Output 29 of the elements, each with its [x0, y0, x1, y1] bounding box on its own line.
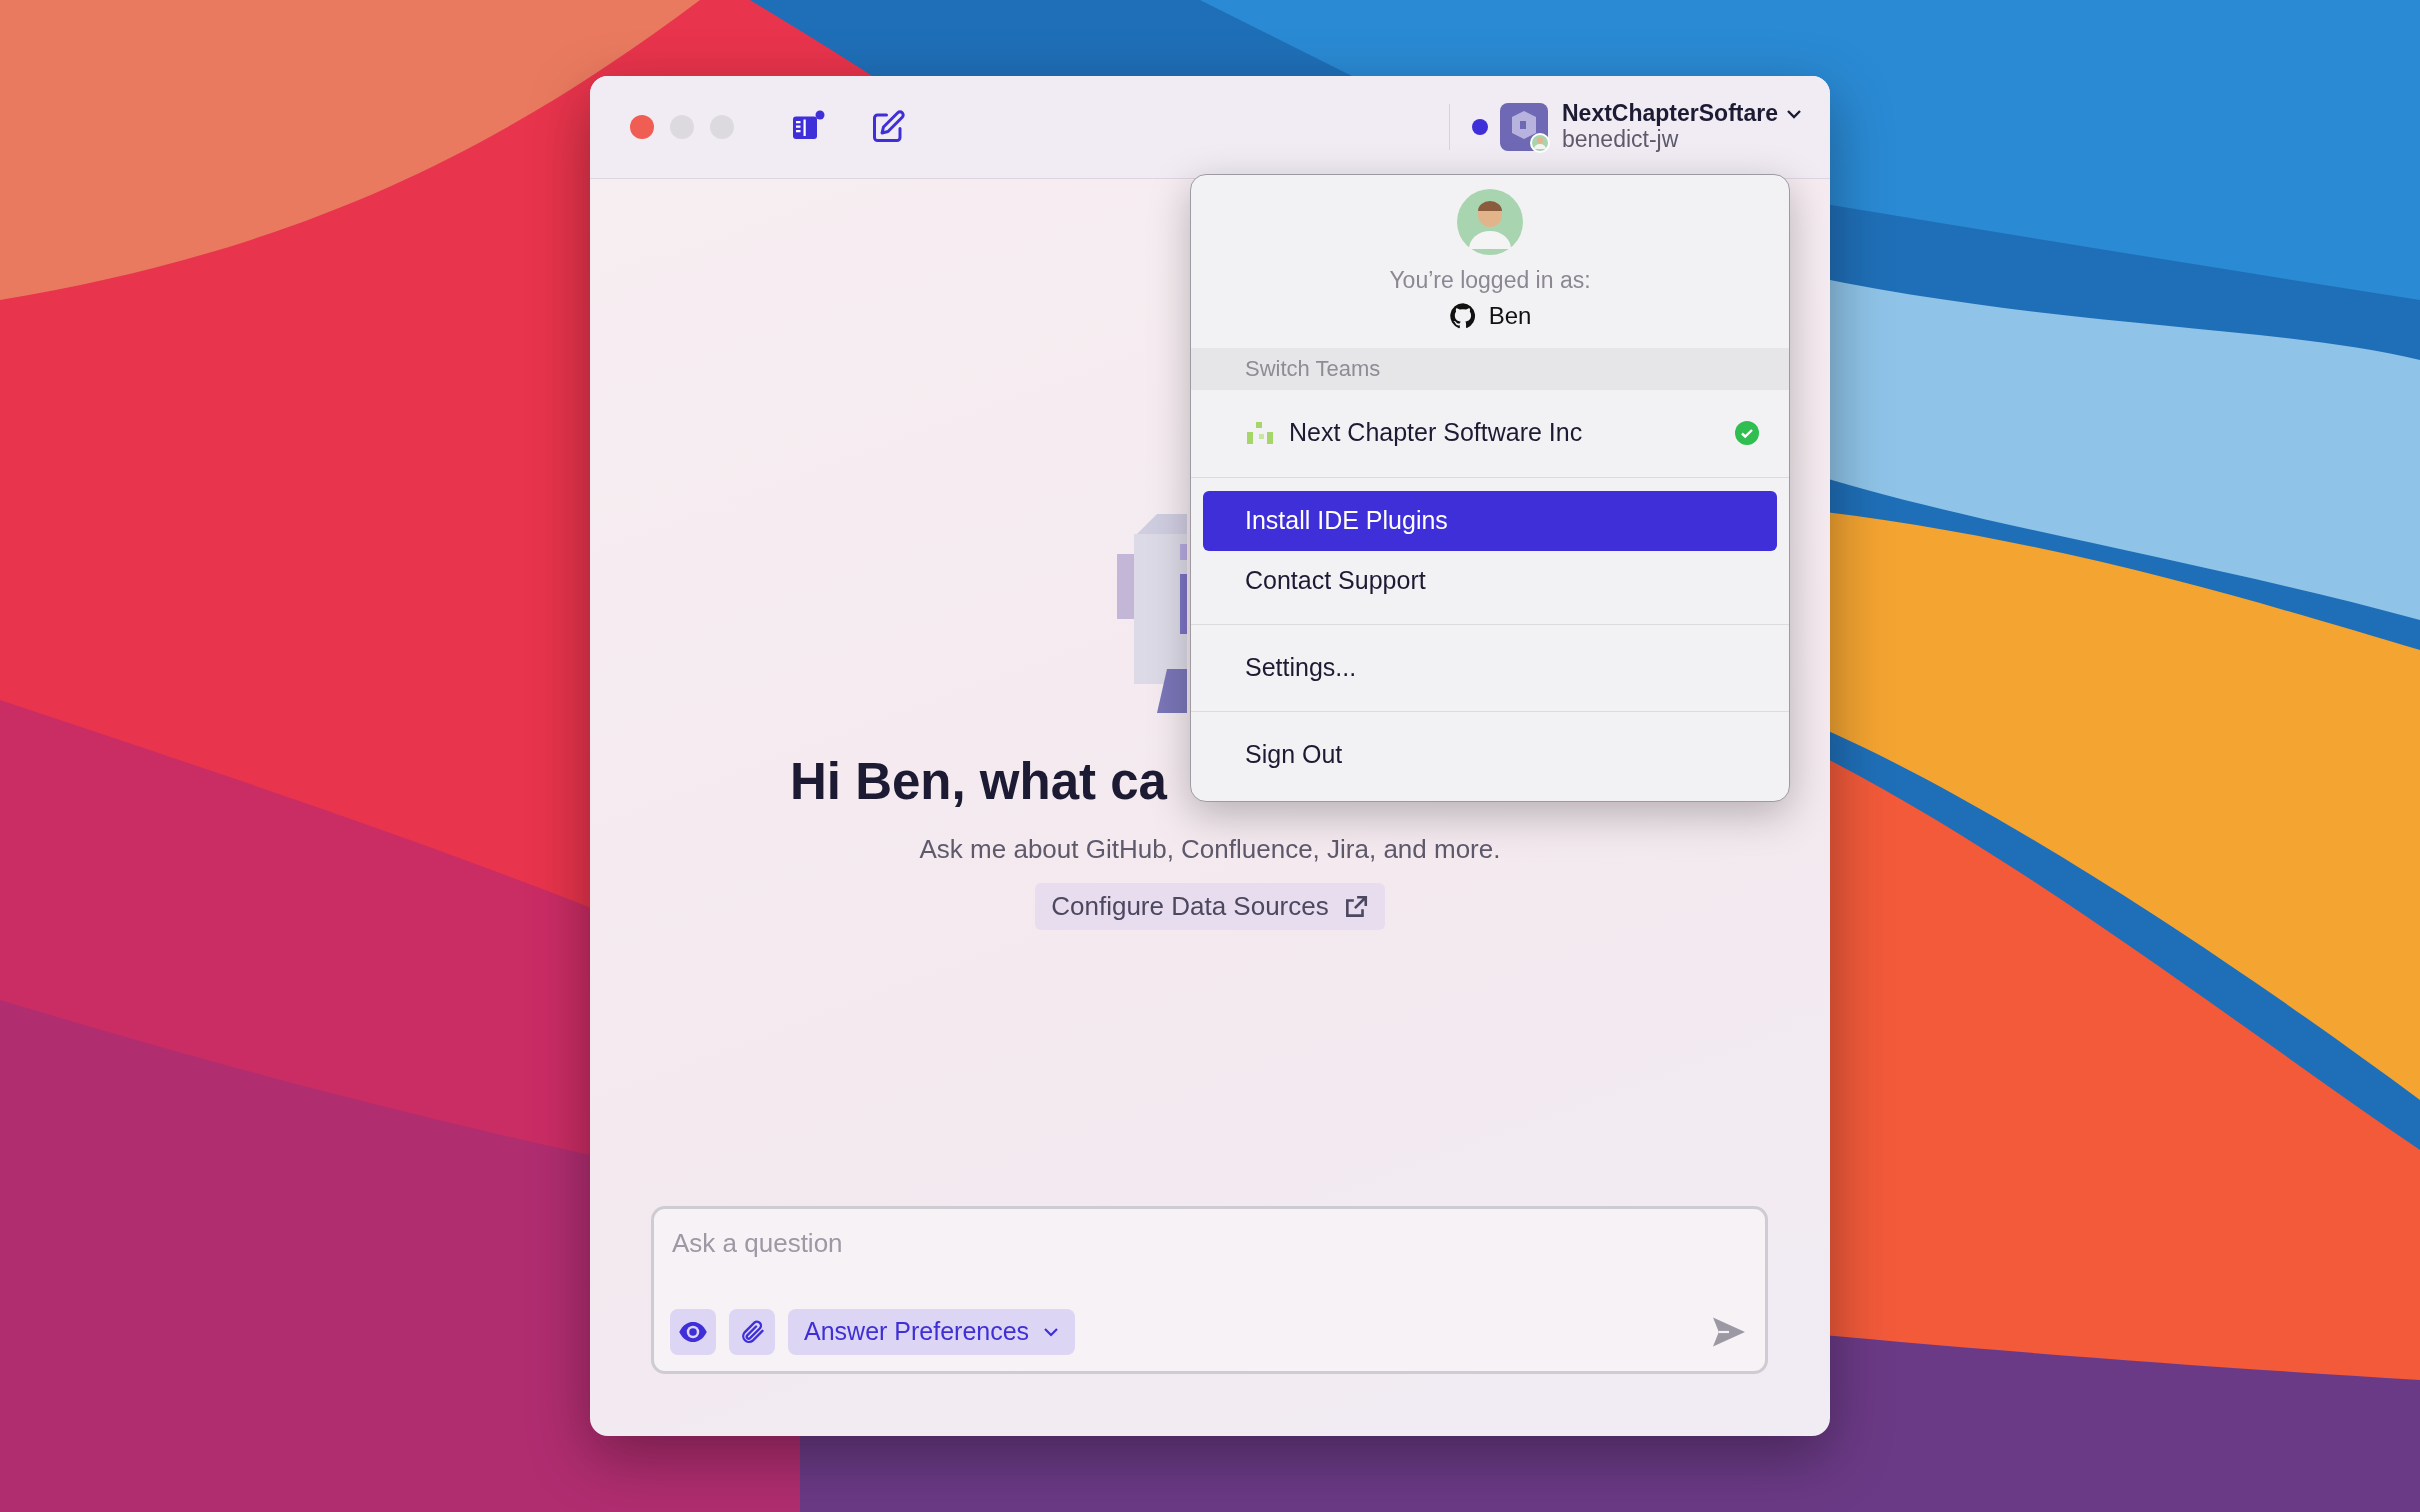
status-dot: [1472, 119, 1488, 135]
send-icon[interactable]: [1711, 1316, 1747, 1348]
answer-preferences-button[interactable]: Answer Preferences: [788, 1309, 1076, 1355]
subtitle: Ask me about GitHub, Confluence, Jira, and more.: [918, 833, 1502, 867]
menu-item[interactable]: Contact Support: [1203, 550, 1777, 611]
team-item[interactable]: Next Chapter Software Inc: [1191, 389, 1789, 478]
team-logo-icon: [1245, 420, 1275, 446]
chevron-icon: [1786, 108, 1802, 119]
user-name: Ben: [1488, 300, 1532, 331]
question-input-field[interactable]: Ask a question: [670, 1223, 1747, 1264]
greeting-heading: Hi Ben, what ca: [790, 752, 1167, 812]
menu-item[interactable]: Sign Out: [1203, 724, 1777, 785]
section-header: Switch Teams: [1191, 347, 1789, 390]
team-avatar-icon: [1500, 101, 1552, 153]
github-icon: [1448, 301, 1477, 330]
caret-icon: [1043, 1327, 1060, 1337]
check-icon: [1735, 421, 1759, 445]
menu-item[interactable]: Settings...: [1203, 637, 1777, 698]
eye-button[interactable]: [670, 1309, 716, 1355]
team-name: NextChapterSoftare: [1562, 101, 1778, 127]
logged-in-label: You’re logged in as:: [1388, 266, 1592, 295]
close-button[interactable]: [630, 115, 654, 139]
menu-item[interactable]: Install IDE Plugins: [1203, 490, 1777, 551]
avatar-icon: [1457, 189, 1523, 255]
account-switcher[interactable]: NextChapterSoftare benedict-jw: [1500, 101, 1802, 153]
configure-data-sources-link[interactable]: Configure Data Sources: [1035, 883, 1385, 931]
compose-icon[interactable]: [870, 109, 906, 145]
user-name: benedict-jw: [1562, 126, 1680, 153]
attach-button[interactable]: [729, 1309, 775, 1355]
